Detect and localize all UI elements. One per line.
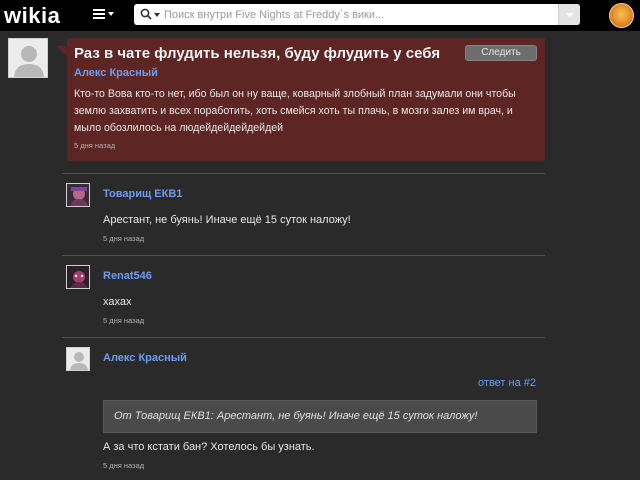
speech-pointer <box>56 46 67 57</box>
avatar[interactable] <box>66 347 90 371</box>
thread-title: Раз в чате флудить нельзя, буду флудить … <box>74 45 441 62</box>
reply-timestamp[interactable]: 5 дня назад <box>103 316 144 325</box>
reply-text: А за что кстати бан? Хотелось бы узнать. <box>103 441 315 453</box>
hamburger-icon <box>93 9 105 20</box>
wikia-logo[interactable]: wikia <box>4 3 60 29</box>
default-avatar-icon <box>67 348 89 370</box>
avatar[interactable] <box>8 38 48 78</box>
follow-button[interactable]: Следить <box>465 45 537 61</box>
search-input[interactable] <box>164 5 556 24</box>
reply-author[interactable]: Товарищ ЕКВ1 <box>103 188 182 200</box>
chevron-down-icon <box>108 12 114 16</box>
user-avatar[interactable] <box>609 3 634 28</box>
divider <box>62 337 545 338</box>
avatar[interactable] <box>66 265 90 289</box>
chevron-down-icon <box>566 13 574 17</box>
avatar[interactable] <box>66 183 90 207</box>
user-photo-icon <box>67 266 89 288</box>
divider <box>62 255 545 256</box>
quote-text: От Товарищ ЕКВ1: Арестант, не буянь! Ина… <box>114 410 478 422</box>
search-button[interactable] <box>558 4 580 25</box>
search-box <box>134 4 580 25</box>
menu-button[interactable] <box>93 8 117 22</box>
top-navigation-bar: wikia <box>0 0 640 31</box>
divider <box>62 173 545 174</box>
quote-block: От Товарищ ЕКВ1: Арестант, не буянь! Ина… <box>103 400 537 433</box>
reply-timestamp[interactable]: 5 дня назад <box>103 234 144 243</box>
search-icon[interactable] <box>140 8 152 20</box>
reply-text: хахах <box>103 296 132 308</box>
default-avatar-icon <box>9 39 47 77</box>
post-timestamp[interactable]: 5 дня назад <box>74 141 115 150</box>
post-body: Кто-то Вова кто-то нет, ибо был он ну ва… <box>74 88 516 134</box>
reply-text: Арестант, не буянь! Иначе ещё 15 суток н… <box>103 214 351 226</box>
reply-author[interactable]: Renat546 <box>103 270 152 282</box>
post-author[interactable]: Алекс Красный <box>74 67 158 79</box>
reply-to-link[interactable]: ответ на #2 <box>478 377 536 389</box>
reply-author[interactable]: Алекс Красный <box>103 352 187 364</box>
reply-timestamp[interactable]: 5 дня назад <box>103 461 144 470</box>
chevron-down-icon[interactable] <box>154 13 160 17</box>
user-photo-icon <box>67 184 89 206</box>
